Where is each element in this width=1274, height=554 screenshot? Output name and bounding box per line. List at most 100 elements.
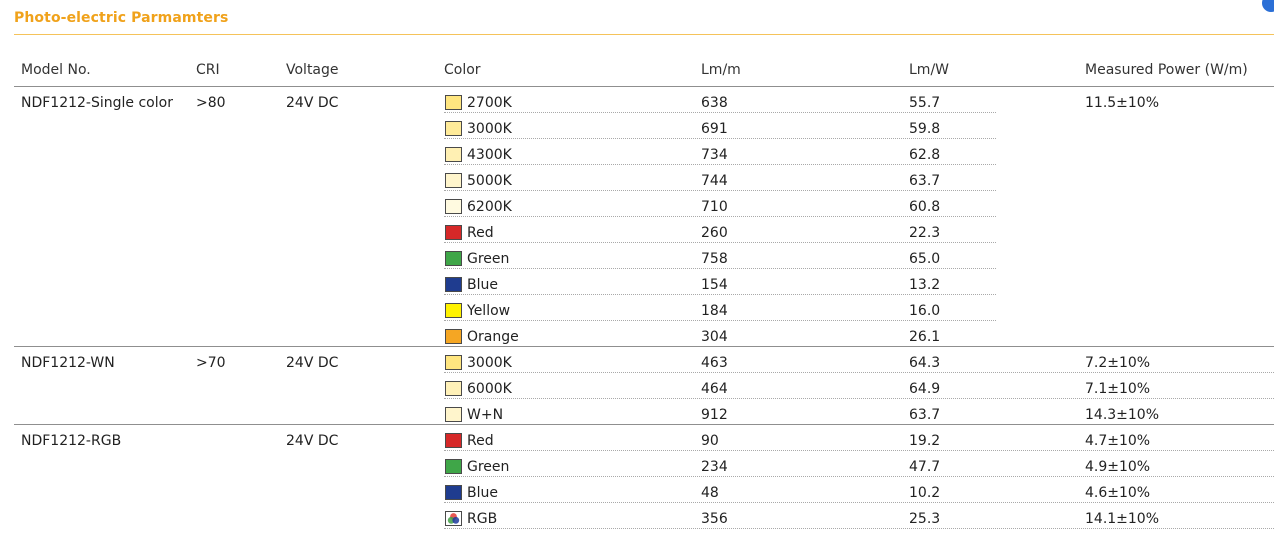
color-swatch-icon	[445, 407, 462, 422]
color-swatch-icon	[445, 173, 462, 188]
rgb-color-swatch-icon	[445, 511, 462, 526]
lumens-per-meter: 48	[701, 485, 719, 501]
measured-power-value: 14.1±10%	[1085, 511, 1160, 527]
lumens-per-meter: 744	[701, 173, 728, 189]
lumens-per-watt: 59.8	[909, 121, 941, 137]
lumens-per-meter: 912	[701, 407, 728, 423]
row-divider	[444, 112, 996, 113]
lumens-per-watt: 62.8	[909, 147, 941, 163]
model-number: NDF1212-Single color	[21, 95, 173, 111]
color-swatch-icon	[445, 459, 462, 474]
lumens-per-watt: 10.2	[909, 485, 941, 501]
lumens-per-watt: 60.8	[909, 199, 941, 215]
lumens-per-meter: 691	[701, 121, 728, 137]
row-divider	[444, 294, 996, 295]
color-swatch-icon	[445, 121, 462, 136]
color-label: W+N	[467, 407, 504, 423]
header-color: Color	[444, 62, 481, 78]
cri-value: >70	[196, 355, 226, 371]
color-swatch-icon	[445, 433, 462, 448]
lumens-per-meter: 734	[701, 147, 728, 163]
measured-power-value: 11.5±10%	[1085, 95, 1160, 111]
lumens-per-meter: 154	[701, 277, 728, 293]
color-label: RGB	[467, 511, 498, 527]
row-divider	[444, 216, 996, 217]
title-divider	[14, 34, 1274, 35]
color-label: Orange	[467, 329, 519, 345]
color-label: 3000K	[467, 121, 512, 137]
lumens-per-watt: 22.3	[909, 225, 941, 241]
color-swatch-icon	[445, 355, 462, 370]
lumens-per-meter: 304	[701, 329, 728, 345]
lumens-per-watt: 26.1	[909, 329, 941, 345]
header-voltage: Voltage	[286, 62, 339, 78]
row-divider	[444, 528, 1274, 529]
row-divider	[444, 476, 1274, 477]
corner-badge-icon	[1262, 0, 1274, 12]
color-label: Green	[467, 251, 510, 267]
lumens-per-watt: 55.7	[909, 95, 941, 111]
measured-power-value: 7.2±10%	[1085, 355, 1151, 371]
lumens-per-meter: 464	[701, 381, 728, 397]
color-swatch-icon	[445, 147, 462, 162]
voltage-value: 24V DC	[286, 95, 339, 111]
lumens-per-meter: 260	[701, 225, 728, 241]
color-label: 5000K	[467, 173, 512, 189]
measured-power-value: 14.3±10%	[1085, 407, 1160, 423]
lumens-per-meter: 356	[701, 511, 728, 527]
row-divider	[444, 268, 996, 269]
color-swatch-icon	[445, 303, 462, 318]
color-label: Blue	[467, 277, 498, 293]
row-divider	[444, 242, 996, 243]
header-model: Model No.	[21, 62, 91, 78]
cri-value: >80	[196, 95, 226, 111]
header-measured-power: Measured Power (W/m)	[1085, 62, 1248, 78]
measured-power-value: 4.7±10%	[1085, 433, 1151, 449]
color-label: 6000K	[467, 381, 512, 397]
lumens-per-meter: 638	[701, 95, 728, 111]
row-divider	[444, 138, 996, 139]
color-swatch-icon	[445, 381, 462, 396]
color-label: 2700K	[467, 95, 512, 111]
color-label: 3000K	[467, 355, 512, 371]
header-lm-m: Lm/m	[701, 62, 741, 78]
lumens-per-watt: 63.7	[909, 407, 941, 423]
color-swatch-icon	[445, 225, 462, 240]
group-divider	[14, 86, 1274, 87]
row-divider	[444, 502, 1274, 503]
header-cri: CRI	[196, 62, 220, 78]
model-number: NDF1212-RGB	[21, 433, 122, 449]
lumens-per-watt: 16.0	[909, 303, 941, 319]
color-label: Blue	[467, 485, 498, 501]
lumens-per-watt: 19.2	[909, 433, 941, 449]
lumens-per-watt: 63.7	[909, 173, 941, 189]
row-divider	[444, 398, 1274, 399]
lumens-per-watt: 25.3	[909, 511, 941, 527]
lumens-per-meter: 184	[701, 303, 728, 319]
lumens-per-meter: 463	[701, 355, 728, 371]
color-label: 6200K	[467, 199, 512, 215]
lumens-per-watt: 64.9	[909, 381, 941, 397]
lumens-per-watt: 65.0	[909, 251, 941, 267]
page-title: Photo-electric Parmamters	[14, 10, 229, 26]
measured-power-value: 4.6±10%	[1085, 485, 1151, 501]
measured-power-value: 7.1±10%	[1085, 381, 1151, 397]
row-divider	[444, 164, 996, 165]
lumens-per-watt: 64.3	[909, 355, 941, 371]
row-divider	[444, 320, 996, 321]
color-swatch-icon	[445, 199, 462, 214]
lumens-per-watt: 13.2	[909, 277, 941, 293]
lumens-per-meter: 758	[701, 251, 728, 267]
row-divider	[444, 372, 1274, 373]
voltage-value: 24V DC	[286, 433, 339, 449]
color-label: Red	[467, 225, 494, 241]
lumens-per-meter: 234	[701, 459, 728, 475]
lumens-per-watt: 47.7	[909, 459, 941, 475]
group-divider	[14, 346, 1274, 347]
measured-power-value: 4.9±10%	[1085, 459, 1151, 475]
color-swatch-icon	[445, 277, 462, 292]
color-label: Yellow	[467, 303, 511, 319]
row-divider	[444, 190, 996, 191]
color-label: Red	[467, 433, 494, 449]
model-number: NDF1212-WN	[21, 355, 115, 371]
